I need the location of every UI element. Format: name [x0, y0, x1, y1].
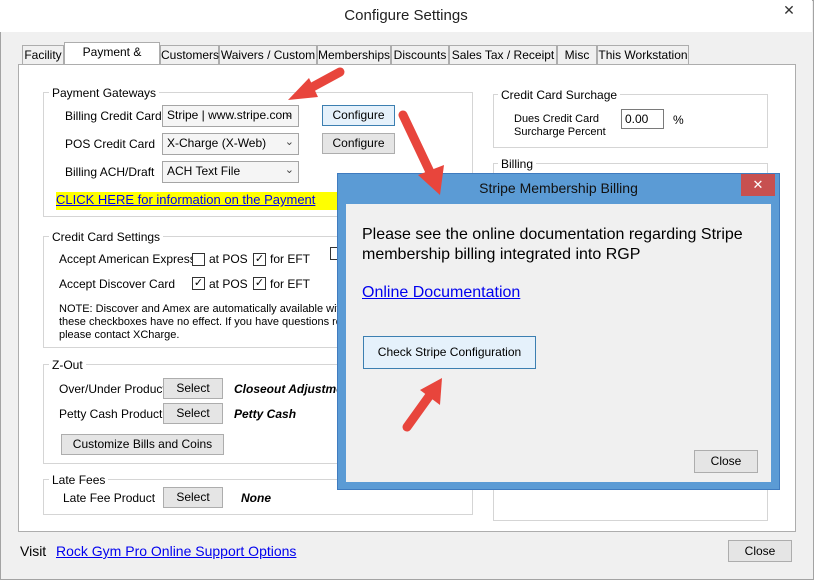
credit-card-settings-label: Credit Card Settings [49, 230, 164, 244]
petty-cash-select-button[interactable]: Select [163, 403, 223, 424]
note-line-1: NOTE: Discover and Amex are automaticall… [59, 303, 344, 315]
dialog-body: Please see the online documentation rega… [346, 204, 771, 482]
configure-pos-button[interactable]: Configure [322, 133, 395, 154]
amex-pos-label: at POS [209, 252, 248, 266]
billing-ach-label: Billing ACH/Draft [65, 165, 155, 179]
payment-info-link[interactable]: CLICK HERE for information on the Paymen… [56, 192, 339, 210]
petty-cash-value: Petty Cash [234, 407, 297, 421]
note-line-2: these checkboxes have no effect. If you … [59, 316, 342, 328]
tab-this-workstation[interactable]: This Workstation [597, 45, 689, 66]
main-close-button[interactable]: Close [728, 540, 792, 562]
pos-credit-card-select[interactable]: X-Charge (X-Web) ⌄ [162, 133, 299, 155]
tab-facility[interactable]: Facility [22, 45, 64, 66]
tab-memberships[interactable]: Memberships [317, 45, 391, 66]
note-line-3: please contact XCharge. [59, 329, 180, 341]
payment-info-link-text[interactable]: CLICK HERE for information on the Paymen… [56, 192, 315, 207]
dialog-message-line-2: membership billing integrated into RGP [362, 246, 641, 263]
late-fees-label: Late Fees [49, 473, 109, 487]
tab-customers[interactable]: Customers [160, 45, 219, 66]
dialog-message-line-1: Please see the online documentation rega… [362, 226, 743, 243]
window-title: Configure Settings [344, 7, 468, 24]
amex-eft-label: for EFT [270, 252, 311, 266]
chevron-down-icon: ⌄ [284, 164, 294, 176]
billing-ach-value: ACH Text File [167, 164, 241, 178]
payment-gateways-label: Payment Gateways [49, 86, 160, 100]
billing-credit-card-value: Stripe | www.stripe.com [167, 108, 293, 122]
late-fee-product-label: Late Fee Product [63, 491, 156, 505]
pos-credit-card-value: X-Charge (X-Web) [167, 136, 267, 150]
visit-label: Visit [20, 543, 47, 559]
amex-pos-checkbox[interactable] [192, 253, 205, 266]
over-under-value: Closeout Adjustme [234, 382, 343, 396]
surcharge-percent-value: 0.00 [625, 112, 649, 126]
discover-eft-checkbox[interactable]: ✓ [253, 277, 266, 290]
zout-label: Z-Out [49, 358, 86, 372]
tab-misc[interactable]: Misc [557, 45, 597, 66]
chevron-down-icon: ⌄ [284, 108, 294, 120]
support-options-link[interactable]: Rock Gym Pro Online Support Options [56, 543, 296, 559]
billing-credit-card-label: Billing Credit Card [65, 109, 162, 123]
surcharge-label: Credit Card Surchage [498, 88, 621, 102]
discover-pos-checkbox[interactable]: ✓ [192, 277, 205, 290]
dialog-title: Stripe Membership Billing [479, 180, 638, 196]
petty-cash-label: Petty Cash Product [59, 407, 163, 421]
surcharge-field-label-1: Dues Credit Card [514, 113, 599, 125]
surcharge-field-label-2: Surcharge Percent [514, 126, 606, 138]
late-fee-value: None [241, 491, 271, 505]
online-documentation-link[interactable]: Online Documentation [362, 284, 520, 302]
chevron-down-icon: ⌄ [284, 136, 294, 148]
configure-billing-button[interactable]: Configure [322, 105, 395, 126]
surcharge-percent-input[interactable]: 0.00 [621, 109, 664, 129]
late-fee-select-button[interactable]: Select [163, 487, 223, 508]
tab-sales-tax-receipt[interactable]: Sales Tax / Receipt [449, 45, 557, 66]
billing-credit-card-select[interactable]: Stripe | www.stripe.com ⌄ [162, 105, 299, 127]
amex-label: Accept American Express [59, 252, 196, 266]
dialog-close-button[interactable]: Close [694, 450, 758, 473]
tab-discounts[interactable]: Discounts [391, 45, 449, 66]
dialog-close-icon[interactable]: ✕ [741, 174, 775, 196]
over-under-label: Over/Under Product [59, 382, 166, 396]
percent-unit: % [673, 113, 684, 127]
discover-label: Accept Discover Card [59, 277, 176, 291]
billing-label: Billing [498, 157, 537, 171]
customize-bills-button[interactable]: Customize Bills and Coins [61, 434, 224, 455]
discover-eft-label: for EFT [270, 277, 311, 291]
over-under-select-button[interactable]: Select [163, 378, 223, 399]
window-close-button[interactable]: ✕ [772, 0, 806, 20]
tab-payment-billing[interactable]: Payment & Billing [64, 42, 160, 78]
tab-waivers-custom[interactable]: Waivers / Custom [219, 45, 317, 66]
stripe-dialog: Stripe Membership Billing ✕ Please see t… [337, 173, 780, 490]
amex-eft-checkbox[interactable]: ✓ [253, 253, 266, 266]
billing-ach-select[interactable]: ACH Text File ⌄ [162, 161, 299, 183]
discover-pos-label: at POS [209, 277, 248, 291]
check-stripe-configuration-button[interactable]: Check Stripe Configuration [363, 336, 536, 369]
pos-credit-card-label: POS Credit Card [65, 137, 156, 151]
